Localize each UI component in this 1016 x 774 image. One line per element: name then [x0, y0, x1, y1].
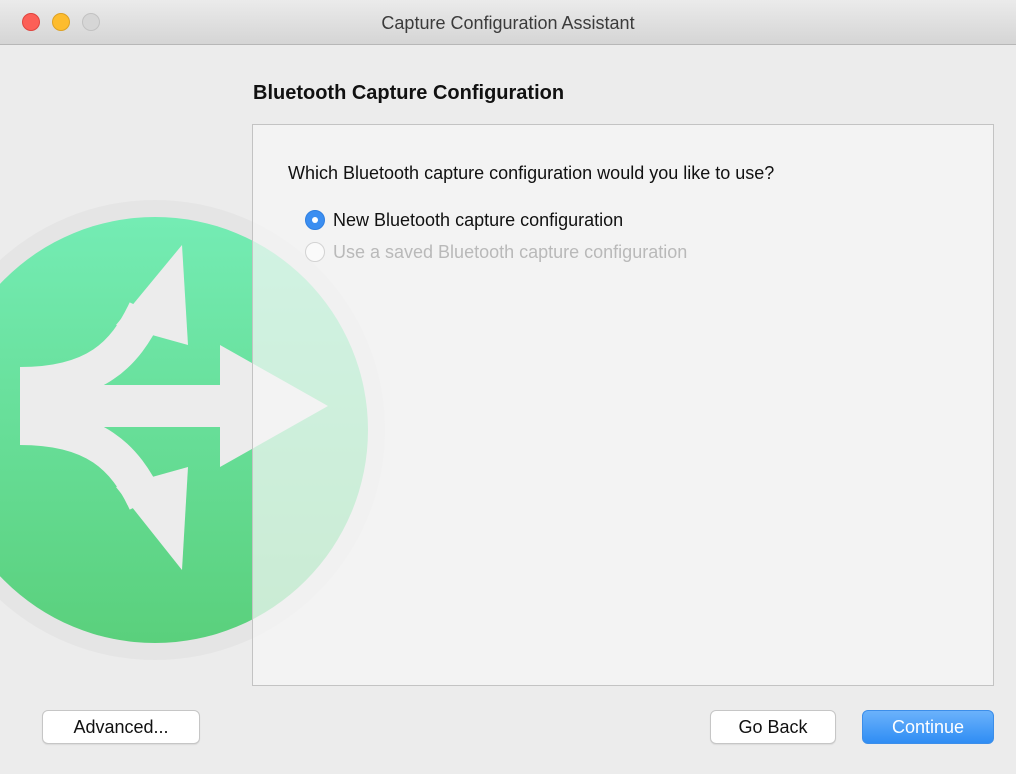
- watermark-trunk: [20, 385, 250, 427]
- question-label: Which Bluetooth capture configuration wo…: [288, 163, 775, 183]
- continue-button[interactable]: Continue: [862, 710, 994, 744]
- go-back-button[interactable]: Go Back: [710, 710, 836, 744]
- option-new-configuration-label[interactable]: New Bluetooth capture configuration: [333, 210, 623, 231]
- option-saved-configuration-label: Use a saved Bluetooth capture configurat…: [333, 241, 688, 262]
- section-heading: Bluetooth Capture Configuration: [253, 82, 565, 104]
- option-saved-configuration: Use a saved Bluetooth capture configurat…: [305, 240, 687, 264]
- radio-button-disabled: [305, 242, 325, 262]
- title-bar[interactable]: Capture Configuration Assistant: [0, 0, 1016, 45]
- options-panel: Which Bluetooth capture configuration wo…: [252, 124, 994, 686]
- radio-button-selected[interactable]: [305, 210, 325, 230]
- advanced-button[interactable]: Advanced...: [42, 710, 200, 744]
- window-title: Capture Configuration Assistant: [381, 13, 635, 33]
- assistant-window: Capture Configuration Assistant Bluetoot…: [0, 0, 1016, 774]
- option-new-configuration[interactable]: New Bluetooth capture configuration: [305, 208, 623, 232]
